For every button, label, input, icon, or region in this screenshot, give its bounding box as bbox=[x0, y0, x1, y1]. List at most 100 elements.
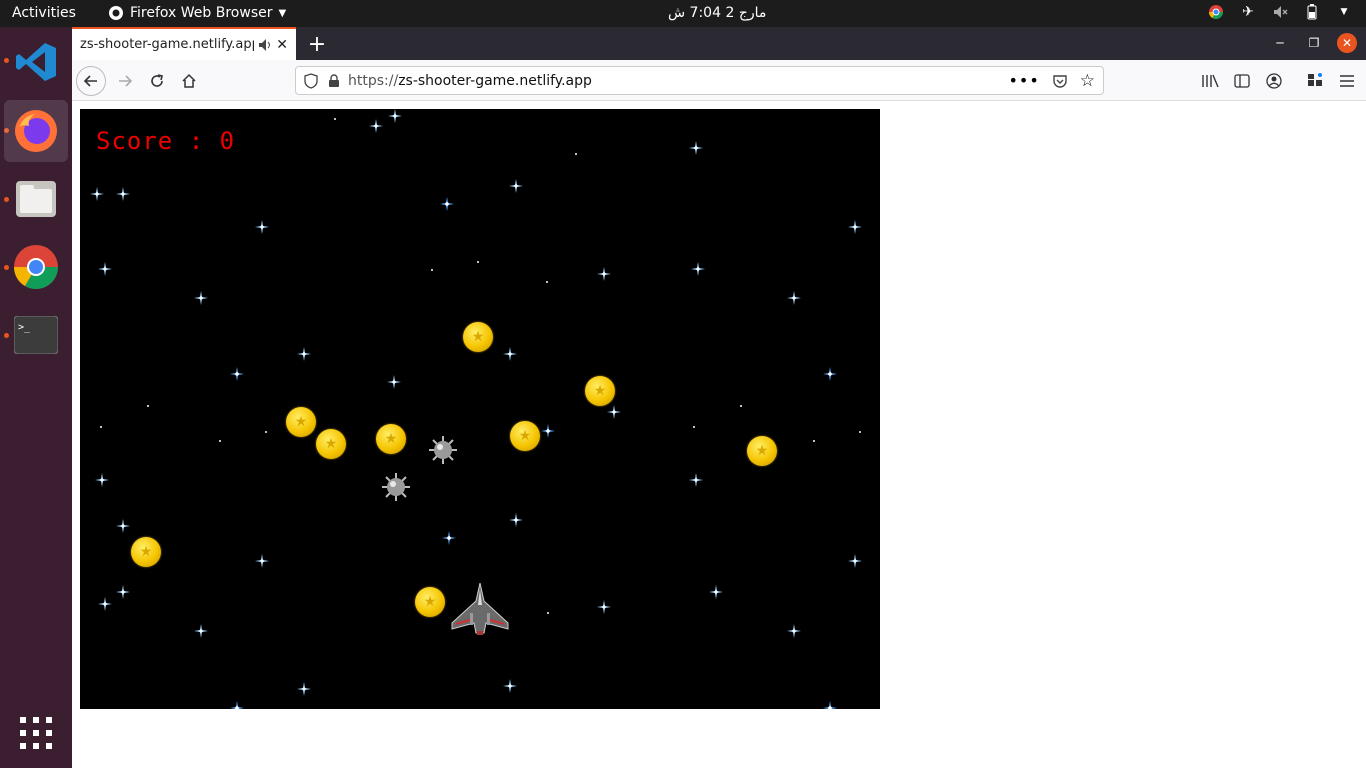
airplane-mode-icon[interactable]: ✈ bbox=[1240, 4, 1256, 20]
sparkle bbox=[98, 597, 112, 611]
chrome-tray-icon[interactable] bbox=[1208, 4, 1224, 20]
pocket-icon[interactable] bbox=[1052, 73, 1068, 89]
sparkle bbox=[709, 585, 723, 599]
sidebar-icon bbox=[1234, 74, 1250, 88]
power-menu-icon[interactable]: ▼ bbox=[1336, 4, 1352, 20]
menu-button[interactable] bbox=[1332, 66, 1362, 96]
sparkle bbox=[848, 554, 862, 568]
lock-icon[interactable] bbox=[328, 73, 340, 88]
app-menu[interactable]: Firefox Web Browser ▼ bbox=[108, 5, 286, 21]
volume-muted-icon[interactable] bbox=[1272, 4, 1288, 20]
sparkle bbox=[787, 291, 801, 305]
library-icon bbox=[1202, 74, 1219, 88]
app-menu-label: Firefox Web Browser bbox=[130, 5, 273, 21]
sparkle bbox=[787, 624, 801, 638]
home-button[interactable] bbox=[174, 66, 204, 96]
tab-close-icon[interactable]: ✕ bbox=[276, 37, 288, 53]
coin: ★ bbox=[585, 376, 615, 406]
dock-chrome[interactable] bbox=[4, 236, 68, 298]
spiked-mine bbox=[382, 473, 410, 501]
star bbox=[575, 153, 577, 155]
library-button[interactable] bbox=[1195, 66, 1225, 96]
star bbox=[431, 269, 433, 271]
sparkle bbox=[689, 141, 703, 155]
forward-button[interactable] bbox=[110, 66, 140, 96]
new-tab-button[interactable]: + bbox=[304, 31, 330, 57]
close-window-button[interactable]: ✕ bbox=[1337, 33, 1357, 53]
coin: ★ bbox=[131, 537, 161, 567]
sparkle bbox=[116, 187, 130, 201]
star bbox=[265, 431, 267, 433]
page-actions-icon[interactable]: ••• bbox=[1008, 71, 1039, 90]
sparkle bbox=[689, 473, 703, 487]
star bbox=[219, 440, 221, 442]
tab-active[interactable]: zs-shooter-game.netlify.app ✕ bbox=[72, 27, 296, 60]
star bbox=[100, 426, 102, 428]
score-display: Score : 0 bbox=[96, 127, 236, 155]
url-text: https://zs-shooter-game.netlify.app bbox=[348, 73, 592, 89]
extensions-icon bbox=[1308, 73, 1322, 86]
account-icon bbox=[1266, 73, 1282, 89]
coin: ★ bbox=[415, 587, 445, 617]
sparkle bbox=[194, 291, 208, 305]
sparkle bbox=[823, 367, 837, 381]
reload-icon bbox=[151, 74, 163, 87]
sparkle bbox=[194, 624, 208, 638]
dock-show-applications[interactable] bbox=[4, 702, 68, 764]
dock-files[interactable] bbox=[4, 168, 68, 230]
navigation-toolbar: https://zs-shooter-game.netlify.app ••• … bbox=[72, 60, 1366, 101]
shield-icon[interactable] bbox=[304, 72, 318, 89]
extensions-button[interactable] bbox=[1300, 66, 1330, 96]
star bbox=[813, 440, 815, 442]
hamburger-menu-icon bbox=[1340, 75, 1354, 87]
sparkle bbox=[597, 600, 611, 614]
url-host: zs-shooter-game.netlify.app bbox=[398, 72, 592, 89]
bookmark-star-icon[interactable]: ☆ bbox=[1080, 71, 1095, 91]
sparkle bbox=[90, 187, 104, 201]
dock-vscode[interactable] bbox=[4, 31, 68, 93]
url-scheme: https:// bbox=[348, 72, 399, 89]
vscode-icon bbox=[16, 43, 56, 81]
game-canvas[interactable]: Score : 0 ★ ★ ★ ★ ★ ★ ★ ★ ★ bbox=[80, 109, 880, 709]
coin: ★ bbox=[376, 424, 406, 454]
battery-icon[interactable] bbox=[1304, 4, 1320, 20]
home-icon bbox=[182, 73, 196, 88]
back-button[interactable] bbox=[76, 66, 106, 96]
firefox-small-icon bbox=[109, 6, 123, 20]
tab-strip: zs-shooter-game.netlify.app ✕ + ─ ❐ ✕ bbox=[72, 27, 1366, 60]
reload-button[interactable] bbox=[142, 66, 172, 96]
star bbox=[477, 261, 479, 263]
sparkle bbox=[848, 220, 862, 234]
spiked-mine bbox=[429, 436, 457, 464]
star bbox=[740, 405, 742, 407]
account-button[interactable] bbox=[1259, 66, 1289, 96]
arrow-left-icon bbox=[83, 75, 97, 87]
sparkle bbox=[116, 585, 130, 599]
maximize-button[interactable]: ❐ bbox=[1304, 33, 1324, 53]
speaker-icon[interactable] bbox=[258, 38, 272, 52]
sparkle bbox=[255, 554, 269, 568]
terminal-icon: >_ bbox=[14, 316, 58, 354]
dock-firefox[interactable] bbox=[4, 100, 68, 162]
sparkle bbox=[442, 531, 456, 545]
activities-button[interactable]: Activities bbox=[12, 5, 76, 21]
player-spaceship[interactable] bbox=[450, 583, 510, 637]
sparkle bbox=[297, 347, 311, 361]
chevron-down-icon: ▼ bbox=[278, 7, 287, 19]
dock-terminal[interactable]: >_ bbox=[4, 304, 68, 366]
sparkle bbox=[388, 109, 402, 123]
clock[interactable]: مارج 2 7:04 ش bbox=[668, 5, 766, 21]
sparkle bbox=[369, 119, 383, 133]
star bbox=[546, 281, 548, 283]
system-tray[interactable]: ✈ ▼ bbox=[1208, 4, 1352, 20]
sparkle bbox=[98, 262, 112, 276]
address-bar[interactable]: https://zs-shooter-game.netlify.app ••• … bbox=[295, 66, 1104, 95]
sparkle bbox=[509, 513, 523, 527]
sparkle bbox=[541, 424, 555, 438]
coin: ★ bbox=[747, 436, 777, 466]
system-top-bar: Activities Firefox Web Browser ▼ مارج 2 … bbox=[0, 0, 1366, 27]
minimize-button[interactable]: ─ bbox=[1270, 33, 1290, 53]
svg-text:>_: >_ bbox=[18, 322, 31, 333]
firefox-icon bbox=[15, 110, 57, 152]
sidebar-button[interactable] bbox=[1227, 66, 1257, 96]
